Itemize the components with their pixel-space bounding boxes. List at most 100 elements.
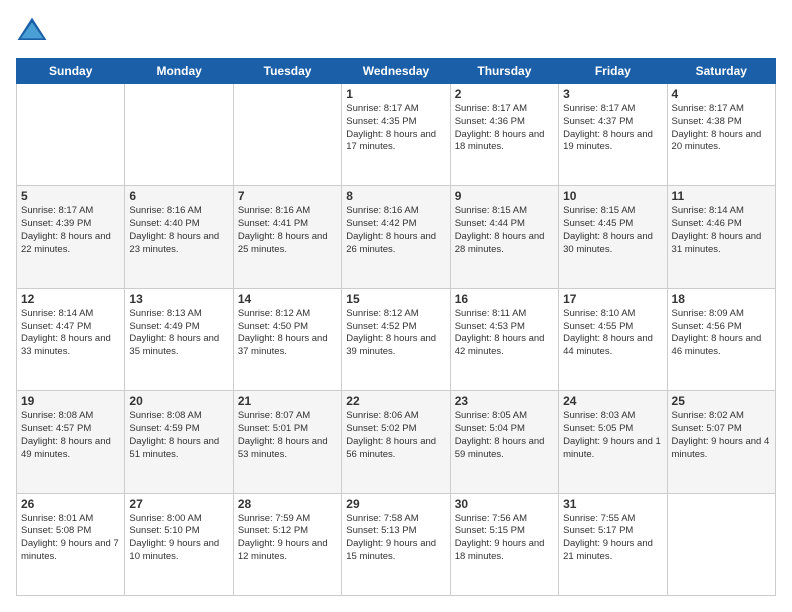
calendar-header-sunday: Sunday	[17, 59, 125, 84]
calendar-cell	[233, 84, 341, 186]
day-number: 13	[129, 292, 228, 306]
day-info: Sunrise: 8:17 AMSunset: 4:36 PMDaylight:…	[455, 103, 554, 154]
day-info: Sunrise: 8:12 AMSunset: 4:52 PMDaylight:…	[346, 308, 445, 359]
logo	[16, 16, 52, 48]
calendar-header-friday: Friday	[559, 59, 667, 84]
day-info: Sunrise: 8:05 AMSunset: 5:04 PMDaylight:…	[455, 410, 554, 461]
calendar-cell: 3 Sunrise: 8:17 AMSunset: 4:37 PMDaylight…	[559, 84, 667, 186]
page: SundayMondayTuesdayWednesdayThursdayFrid…	[0, 0, 792, 612]
day-number: 3	[563, 87, 662, 101]
day-number: 8	[346, 189, 445, 203]
calendar-cell: 31Sunrise: 7:55 AMSunset: 5:17 PMDayligh…	[559, 493, 667, 595]
day-number: 26	[21, 497, 120, 511]
calendar-cell	[17, 84, 125, 186]
day-number: 14	[238, 292, 337, 306]
calendar-table: SundayMondayTuesdayWednesdayThursdayFrid…	[16, 58, 776, 596]
calendar-cell: 4 Sunrise: 8:17 AMSunset: 4:38 PMDaylight…	[667, 84, 775, 186]
day-number: 25	[672, 394, 771, 408]
calendar-cell: 24 Sunrise: 8:03 AMSunset: 5:05 PMDayligh…	[559, 391, 667, 493]
calendar-week-row: 19 Sunrise: 8:08 AMSunset: 4:57 PMDayligh…	[17, 391, 776, 493]
day-number: 11	[672, 189, 771, 203]
day-info: Sunrise: 8:08 AMSunset: 4:57 PMDaylight:…	[21, 410, 120, 461]
day-number: 20	[129, 394, 228, 408]
day-number: 10	[563, 189, 662, 203]
day-info: Sunrise: 8:07 AMSunset: 5:01 PMDaylight:…	[238, 410, 337, 461]
calendar-cell: 28Sunrise: 7:59 AMSunset: 5:12 PMDayligh…	[233, 493, 341, 595]
calendar-cell	[667, 493, 775, 595]
day-info: Sunrise: 7:56 AMSunset: 5:15 PMDaylight:…	[455, 513, 554, 564]
day-info: Sunrise: 8:17 AMSunset: 4:38 PMDaylight:…	[672, 103, 771, 154]
day-info: Sunrise: 8:17 AMSunset: 4:39 PMDaylight:…	[21, 205, 120, 256]
day-number: 12	[21, 292, 120, 306]
calendar-cell: 21 Sunrise: 8:07 AMSunset: 5:01 PMDayligh…	[233, 391, 341, 493]
day-info: Sunrise: 8:08 AMSunset: 4:59 PMDaylight:…	[129, 410, 228, 461]
day-number: 21	[238, 394, 337, 408]
calendar-cell: 2 Sunrise: 8:17 AMSunset: 4:36 PMDaylight…	[450, 84, 558, 186]
day-info: Sunrise: 8:12 AMSunset: 4:50 PMDaylight:…	[238, 308, 337, 359]
day-number: 4	[672, 87, 771, 101]
header	[16, 16, 776, 48]
day-info: Sunrise: 8:10 AMSunset: 4:55 PMDaylight:…	[563, 308, 662, 359]
day-number: 2	[455, 87, 554, 101]
day-number: 23	[455, 394, 554, 408]
calendar-cell: 10Sunrise: 8:15 AMSunset: 4:45 PMDayligh…	[559, 186, 667, 288]
calendar-cell: 20 Sunrise: 8:08 AMSunset: 4:59 PMDayligh…	[125, 391, 233, 493]
calendar-cell: 26 Sunrise: 8:01 AMSunset: 5:08 PMDayligh…	[17, 493, 125, 595]
day-number: 28	[238, 497, 337, 511]
calendar-cell: 8Sunrise: 8:16 AMSunset: 4:42 PMDaylight…	[342, 186, 450, 288]
day-number: 22	[346, 394, 445, 408]
day-info: Sunrise: 8:16 AMSunset: 4:40 PMDaylight:…	[129, 205, 228, 256]
calendar-week-row: 1 Sunrise: 8:17 AMSunset: 4:35 PMDaylight…	[17, 84, 776, 186]
calendar-cell: 25 Sunrise: 8:02 AMSunset: 5:07 PMDayligh…	[667, 391, 775, 493]
calendar-cell: 6 Sunrise: 8:16 AMSunset: 4:40 PMDaylight…	[125, 186, 233, 288]
calendar-cell: 19 Sunrise: 8:08 AMSunset: 4:57 PMDayligh…	[17, 391, 125, 493]
day-info: Sunrise: 8:17 AMSunset: 4:35 PMDaylight:…	[346, 103, 445, 154]
day-info: Sunrise: 8:11 AMSunset: 4:53 PMDaylight:…	[455, 308, 554, 359]
calendar-cell: 27Sunrise: 8:00 AMSunset: 5:10 PMDayligh…	[125, 493, 233, 595]
day-info: Sunrise: 7:58 AMSunset: 5:13 PMDaylight:…	[346, 513, 445, 564]
day-info: Sunrise: 8:15 AMSunset: 4:44 PMDaylight:…	[455, 205, 554, 256]
day-info: Sunrise: 8:14 AMSunset: 4:46 PMDaylight:…	[672, 205, 771, 256]
calendar-cell: 29 Sunrise: 7:58 AMSunset: 5:13 PMDayligh…	[342, 493, 450, 595]
calendar-cell: 13Sunrise: 8:13 AMSunset: 4:49 PMDayligh…	[125, 288, 233, 390]
calendar-cell: 1 Sunrise: 8:17 AMSunset: 4:35 PMDaylight…	[342, 84, 450, 186]
calendar-cell: 11 Sunrise: 8:14 AMSunset: 4:46 PMDayligh…	[667, 186, 775, 288]
calendar-cell	[125, 84, 233, 186]
day-number: 5	[21, 189, 120, 203]
calendar-week-row: 26 Sunrise: 8:01 AMSunset: 5:08 PMDayligh…	[17, 493, 776, 595]
logo-icon	[16, 16, 48, 48]
calendar-cell: 16 Sunrise: 8:11 AMSunset: 4:53 PMDayligh…	[450, 288, 558, 390]
calendar-header-thursday: Thursday	[450, 59, 558, 84]
day-number: 7	[238, 189, 337, 203]
calendar-cell: 22 Sunrise: 8:06 AMSunset: 5:02 PMDayligh…	[342, 391, 450, 493]
day-number: 18	[672, 292, 771, 306]
day-number: 16	[455, 292, 554, 306]
day-info: Sunrise: 8:01 AMSunset: 5:08 PMDaylight:…	[21, 513, 120, 564]
calendar-cell: 30 Sunrise: 7:56 AMSunset: 5:15 PMDayligh…	[450, 493, 558, 595]
calendar-cell: 12 Sunrise: 8:14 AMSunset: 4:47 PMDayligh…	[17, 288, 125, 390]
day-info: Sunrise: 8:14 AMSunset: 4:47 PMDaylight:…	[21, 308, 120, 359]
day-number: 19	[21, 394, 120, 408]
day-info: Sunrise: 8:06 AMSunset: 5:02 PMDaylight:…	[346, 410, 445, 461]
calendar-week-row: 12 Sunrise: 8:14 AMSunset: 4:47 PMDayligh…	[17, 288, 776, 390]
day-number: 17	[563, 292, 662, 306]
calendar-cell: 7Sunrise: 8:16 AMSunset: 4:41 PMDaylight…	[233, 186, 341, 288]
calendar-cell: 14 Sunrise: 8:12 AMSunset: 4:50 PMDayligh…	[233, 288, 341, 390]
day-info: Sunrise: 8:00 AMSunset: 5:10 PMDaylight:…	[129, 513, 228, 564]
calendar-header-row: SundayMondayTuesdayWednesdayThursdayFrid…	[17, 59, 776, 84]
day-info: Sunrise: 8:17 AMSunset: 4:37 PMDaylight:…	[563, 103, 662, 154]
day-number: 1	[346, 87, 445, 101]
calendar-header-saturday: Saturday	[667, 59, 775, 84]
calendar-week-row: 5 Sunrise: 8:17 AMSunset: 4:39 PMDaylight…	[17, 186, 776, 288]
day-number: 6	[129, 189, 228, 203]
day-info: Sunrise: 8:02 AMSunset: 5:07 PMDaylight:…	[672, 410, 771, 461]
day-info: Sunrise: 8:09 AMSunset: 4:56 PMDaylight:…	[672, 308, 771, 359]
day-number: 24	[563, 394, 662, 408]
day-number: 29	[346, 497, 445, 511]
day-info: Sunrise: 8:03 AMSunset: 5:05 PMDaylight:…	[563, 410, 662, 461]
day-number: 30	[455, 497, 554, 511]
calendar-header-monday: Monday	[125, 59, 233, 84]
calendar-cell: 18 Sunrise: 8:09 AMSunset: 4:56 PMDayligh…	[667, 288, 775, 390]
calendar-cell: 5 Sunrise: 8:17 AMSunset: 4:39 PMDaylight…	[17, 186, 125, 288]
calendar-cell: 17 Sunrise: 8:10 AMSunset: 4:55 PMDayligh…	[559, 288, 667, 390]
